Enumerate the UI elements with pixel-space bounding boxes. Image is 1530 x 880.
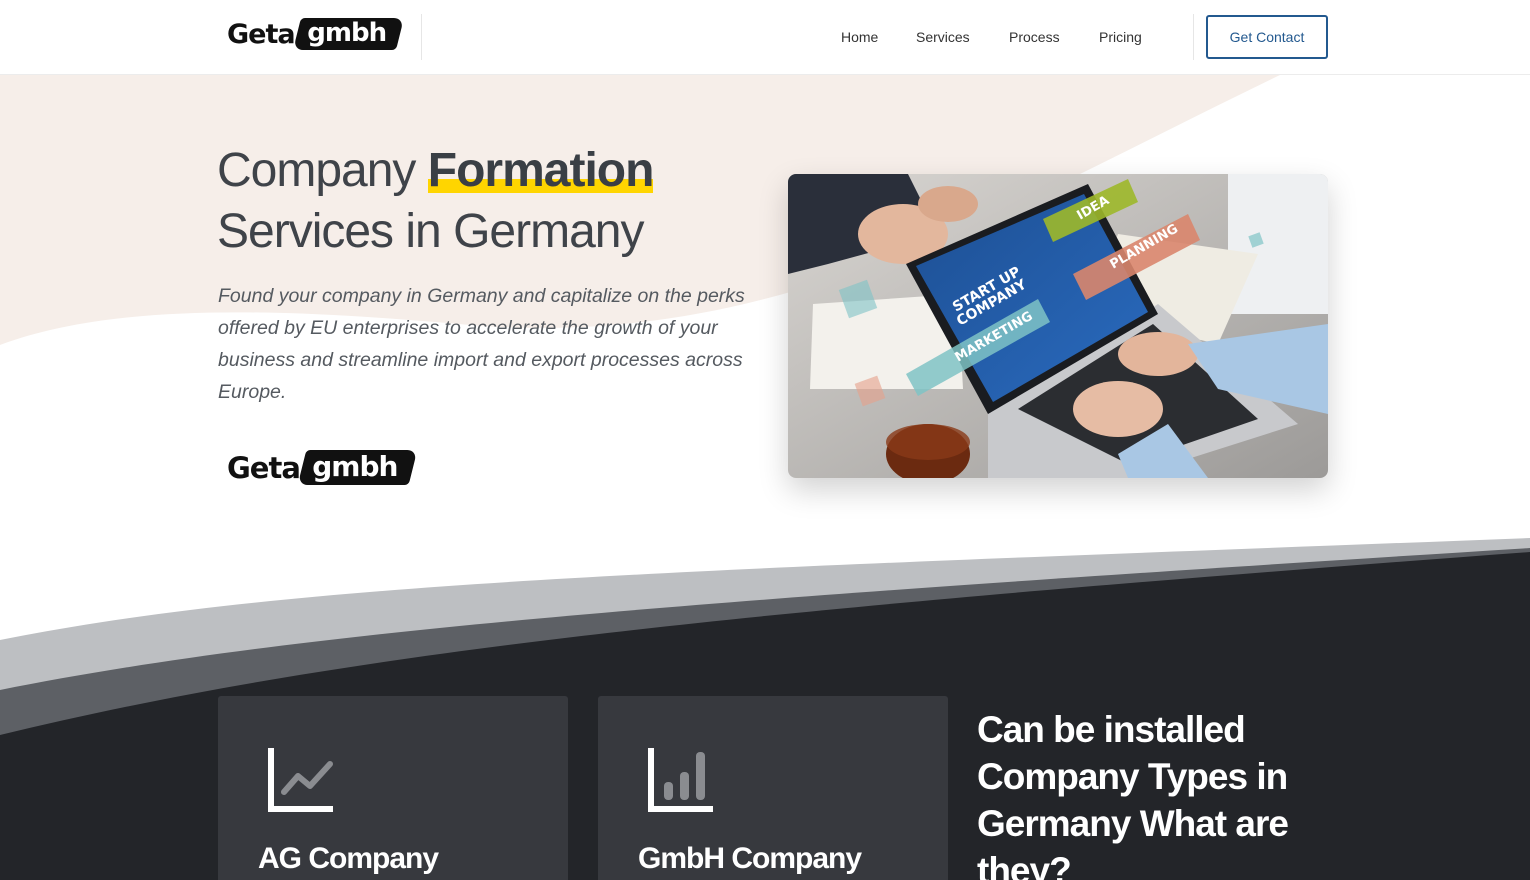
header-logo[interactable]: Geta gmbh bbox=[227, 18, 404, 50]
hero-image: START UP COMPANY MARKETING IDEA PLANNING bbox=[788, 174, 1328, 478]
card-title-gmbh-company: GmbH Company bbox=[638, 842, 862, 875]
hero-title: Company Formation Services in Germany bbox=[217, 140, 655, 262]
nav-services[interactable]: Services bbox=[916, 29, 970, 45]
laptop-photo-illustration: START UP COMPANY MARKETING IDEA PLANNING bbox=[788, 174, 1328, 478]
hero-logo-text: Geta bbox=[227, 450, 301, 485]
nav-home[interactable]: Home bbox=[841, 29, 878, 45]
header-divider-right bbox=[1193, 14, 1194, 60]
get-contact-button[interactable]: Get Contact bbox=[1206, 15, 1328, 59]
hero-logo: Geta gmbh bbox=[227, 450, 418, 485]
company-types-heading: Can be installed Company Types in German… bbox=[977, 709, 1289, 880]
logo-badge: gmbh bbox=[292, 18, 404, 50]
site-header: Geta gmbh Home Services Process Pricing … bbox=[0, 0, 1530, 75]
header-divider-left bbox=[421, 14, 422, 60]
hero-title-highlight: Formation bbox=[427, 140, 655, 201]
card-gmbh-company[interactable]: GmbH Company bbox=[598, 696, 948, 880]
hero-description: Found your company in Germany and capita… bbox=[218, 285, 745, 403]
hero-title-prefix: Company bbox=[217, 144, 428, 197]
card-ag-company[interactable]: AG Company bbox=[218, 696, 568, 880]
nav-process[interactable]: Process bbox=[1009, 29, 1060, 45]
hero-logo-badge-text: gmbh bbox=[312, 450, 398, 483]
nav-pricing[interactable]: Pricing bbox=[1099, 29, 1142, 45]
logo-badge-text: gmbh bbox=[306, 18, 386, 48]
bar-chart-icon bbox=[648, 748, 713, 812]
logo-text: Geta bbox=[227, 18, 296, 50]
card-title-ag-company: AG Company bbox=[258, 842, 439, 875]
line-chart-icon bbox=[268, 748, 333, 812]
hero-title-highlight-text: Formation bbox=[427, 144, 655, 197]
hero-logo-badge: gmbh bbox=[297, 450, 418, 485]
hero-title-line2: Services in Germany bbox=[217, 205, 644, 258]
